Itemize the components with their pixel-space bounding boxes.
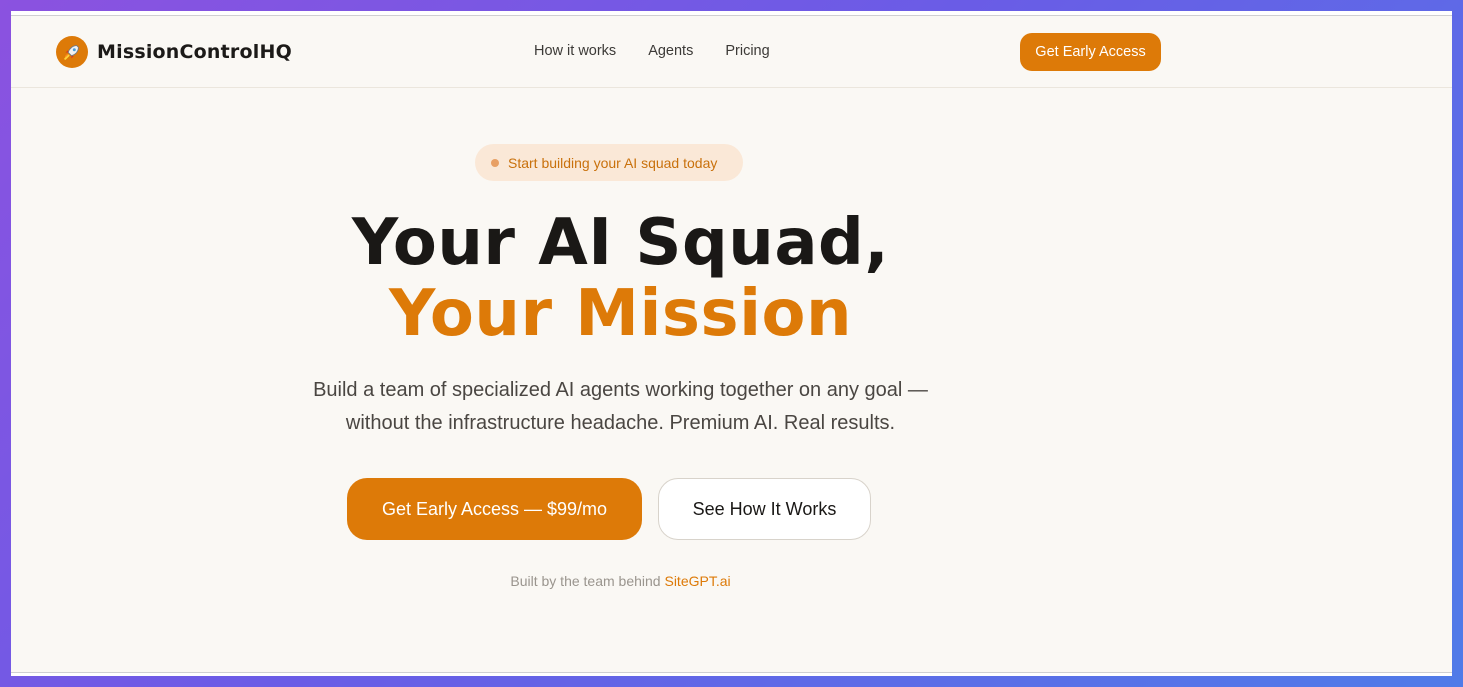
nav-link-how-it-works[interactable]: How it works bbox=[534, 43, 616, 59]
nav-link-pricing[interactable]: Pricing bbox=[725, 43, 769, 59]
navbar: MissionControlHQ How it works Agents Pri… bbox=[11, 16, 1452, 88]
window-bottom-edge bbox=[11, 672, 1452, 676]
rocket-icon bbox=[56, 36, 88, 68]
hero-subtext: Build a team of specialized AI agents wo… bbox=[11, 374, 1230, 440]
see-how-it-works-button[interactable]: See How It Works bbox=[658, 478, 871, 540]
built-by-credit: Built by the team behind SiteGPT.ai bbox=[11, 573, 1230, 589]
hero-subtext-line-2: without the infrastructure headache. Pre… bbox=[345, 412, 896, 434]
sitegpt-link[interactable]: SiteGPT.ai bbox=[664, 573, 730, 589]
browser-window: MissionControlHQ How it works Agents Pri… bbox=[11, 11, 1452, 676]
brand-name: MissionControlHQ bbox=[97, 41, 292, 63]
credit-prefix: Built by the team behind bbox=[510, 573, 661, 589]
status-dot-icon bbox=[491, 158, 499, 167]
hero-headline-line-2: Your Mission bbox=[388, 277, 853, 351]
get-early-access-button[interactable]: Get Early Access — $99/mo bbox=[347, 478, 642, 540]
brand-logo[interactable]: MissionControlHQ bbox=[56, 36, 292, 68]
nav-link-agents[interactable]: Agents bbox=[648, 43, 693, 59]
hero-badge: Start building your AI squad today bbox=[475, 144, 743, 181]
main-nav: How it works Agents Pricing bbox=[534, 43, 770, 59]
hero-subtext-line-1: Build a team of specialized AI agents wo… bbox=[313, 379, 928, 401]
hero-headline-line-1: Your AI Squad, bbox=[351, 206, 890, 280]
hero-badge-text: Start building your AI squad today bbox=[508, 154, 718, 171]
nav-early-access-button[interactable]: Get Early Access bbox=[1020, 33, 1161, 71]
